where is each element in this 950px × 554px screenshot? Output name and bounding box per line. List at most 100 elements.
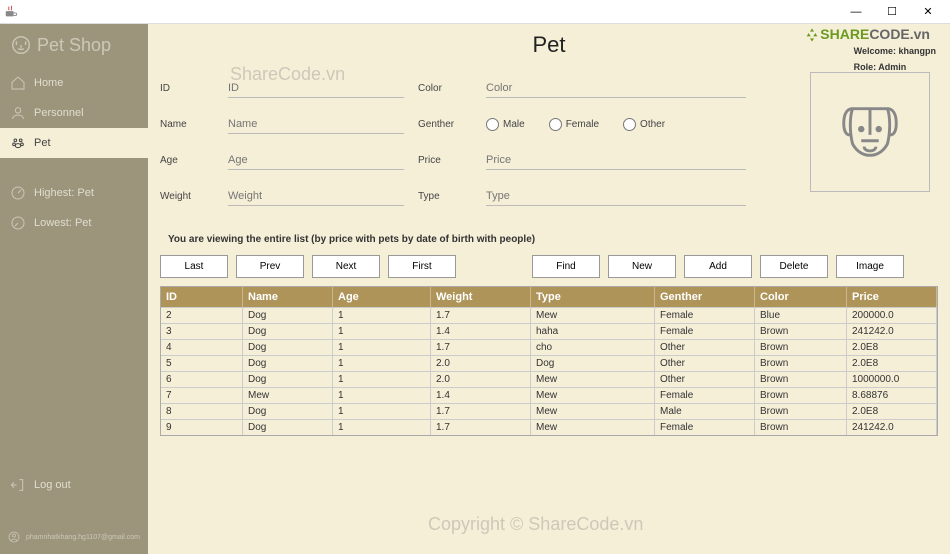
id-input[interactable]	[228, 78, 404, 98]
th-age[interactable]: Age	[333, 287, 431, 307]
table-row[interactable]: 4Dog11.7choOtherBrown2.0E8	[161, 339, 937, 355]
td-name: Dog	[243, 324, 333, 339]
java-icon	[4, 5, 18, 19]
name-input[interactable]	[228, 114, 404, 134]
td-gender: Other	[655, 356, 755, 371]
prev-button[interactable]: Prev	[236, 255, 304, 278]
td-color: Brown	[755, 388, 847, 403]
table-body: 2Dog11.7MewFemaleBlue200000.03Dog11.4hah…	[161, 307, 937, 435]
radio-male[interactable]: Male	[486, 118, 525, 131]
td-gender: Female	[655, 388, 755, 403]
nav-home-label: Home	[34, 77, 63, 89]
radio-other[interactable]: Other	[623, 118, 665, 131]
nav-logout[interactable]: Log out	[0, 470, 148, 500]
table-header: ID Name Age Weight Type Genther Color Pr…	[161, 287, 937, 307]
price-input[interactable]	[486, 150, 746, 170]
td-weight: 1.7	[431, 404, 531, 419]
color-input[interactable]	[486, 78, 746, 98]
table-row[interactable]: 9Dog11.7MewFemaleBrown241242.0	[161, 419, 937, 435]
td-price: 1000000.0	[847, 372, 937, 387]
table-row[interactable]: 5Dog12.0DogOtherBrown2.0E8	[161, 355, 937, 371]
td-name: Dog	[243, 420, 333, 435]
td-id: 7	[161, 388, 243, 403]
gender-label: Genther	[418, 114, 472, 134]
th-id[interactable]: ID	[161, 287, 243, 307]
td-id: 3	[161, 324, 243, 339]
new-button[interactable]: New	[608, 255, 676, 278]
td-type: Mew	[531, 308, 655, 323]
td-type: Dog	[531, 356, 655, 371]
th-type[interactable]: Type	[531, 287, 655, 307]
dog-face-icon	[835, 97, 905, 167]
td-price: 2.0E8	[847, 340, 937, 355]
maximize-button[interactable]: ☐	[874, 1, 910, 23]
close-button[interactable]: ✕	[910, 1, 946, 23]
nav-home[interactable]: Home	[0, 68, 148, 98]
td-age: 1	[333, 372, 431, 387]
td-id: 9	[161, 420, 243, 435]
radio-female[interactable]: Female	[549, 118, 599, 131]
td-age: 1	[333, 388, 431, 403]
nav-logout-label: Log out	[34, 479, 71, 491]
nav-personnel[interactable]: Personnel	[0, 98, 148, 128]
color-label: Color	[418, 78, 472, 98]
age-input[interactable]	[228, 150, 404, 170]
user-footer: phamnhatkhang.hg1107@gmail.com	[0, 520, 148, 554]
watermark-2: Copyright © ShareCode.vn	[428, 514, 643, 535]
td-age: 1	[333, 420, 431, 435]
add-button[interactable]: Add	[684, 255, 752, 278]
td-age: 1	[333, 356, 431, 371]
avatar-icon	[8, 528, 20, 546]
th-weight[interactable]: Weight	[431, 287, 531, 307]
brand: Pet Shop	[0, 32, 148, 68]
nav-highest-label: Highest: Pet	[34, 187, 94, 199]
table-row[interactable]: 7Mew11.4MewFemaleBrown8.68876	[161, 387, 937, 403]
table-row[interactable]: 6Dog12.0MewOtherBrown1000000.0	[161, 371, 937, 387]
table-row[interactable]: 2Dog11.7MewFemaleBlue200000.0	[161, 307, 937, 323]
nav-lowest-label: Lowest: Pet	[34, 217, 91, 229]
delete-button[interactable]: Delete	[760, 255, 828, 278]
th-color[interactable]: Color	[755, 287, 847, 307]
td-type: Mew	[531, 372, 655, 387]
weight-input[interactable]	[228, 186, 404, 206]
find-button[interactable]: Find	[532, 255, 600, 278]
td-id: 4	[161, 340, 243, 355]
page-title: Pet	[532, 32, 565, 58]
type-input[interactable]	[486, 186, 746, 206]
nav-lowest[interactable]: Lowest: Pet	[0, 208, 148, 238]
person-icon	[10, 105, 26, 121]
td-type: Mew	[531, 420, 655, 435]
paw-icon	[10, 135, 26, 151]
td-weight: 2.0	[431, 356, 531, 371]
nav-highest[interactable]: Highest: Pet	[0, 178, 148, 208]
td-weight: 1.7	[431, 340, 531, 355]
image-button[interactable]: Image	[836, 255, 904, 278]
id-label: ID	[160, 78, 214, 98]
next-button[interactable]: Next	[312, 255, 380, 278]
td-name: Dog	[243, 340, 333, 355]
td-price: 2.0E8	[847, 356, 937, 371]
last-button[interactable]: Last	[160, 255, 228, 278]
type-label: Type	[418, 186, 472, 206]
th-gender[interactable]: Genther	[655, 287, 755, 307]
role-text: Role: Admin	[854, 62, 936, 72]
th-name[interactable]: Name	[243, 287, 333, 307]
table-row[interactable]: 8Dog11.7MewMaleBrown2.0E8	[161, 403, 937, 419]
gender-radio-group: Male Female Other	[486, 114, 746, 134]
td-weight: 1.4	[431, 388, 531, 403]
nav-pet[interactable]: Pet	[0, 128, 148, 158]
td-id: 5	[161, 356, 243, 371]
price-label: Price	[418, 150, 472, 170]
td-type: Mew	[531, 388, 655, 403]
content-area: SHARECODE.vn Pet Welcome: khangpn Role: …	[148, 24, 950, 554]
td-gender: Other	[655, 340, 755, 355]
pet-image-box[interactable]	[810, 72, 930, 192]
table-row[interactable]: 3Dog11.4hahaFemaleBrown241242.0	[161, 323, 937, 339]
first-button[interactable]: First	[388, 255, 456, 278]
td-age: 1	[333, 404, 431, 419]
td-age: 1	[333, 308, 431, 323]
logout-icon	[10, 477, 26, 493]
home-icon	[10, 75, 26, 91]
minimize-button[interactable]: —	[838, 1, 874, 23]
th-price[interactable]: Price	[847, 287, 937, 307]
